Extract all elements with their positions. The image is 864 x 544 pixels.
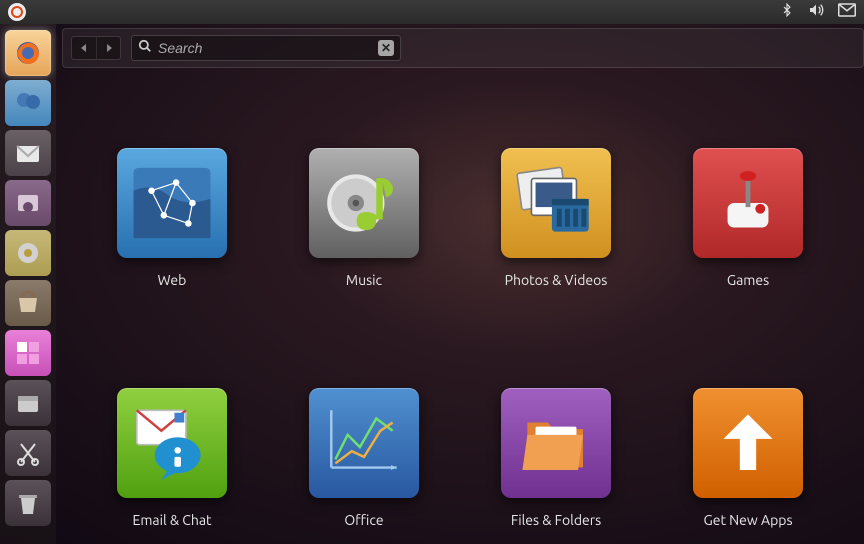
nav-forward-button[interactable] [96,37,120,59]
games-tile-icon [693,148,803,258]
dash: Web Music Photos & Videos Games Email & … [56,68,864,544]
dash-toolbar: ✕ [62,28,864,68]
launcher-item-balloons[interactable] [5,80,51,126]
search-box: ✕ [131,35,401,61]
dash-label: Music [346,272,382,288]
clear-search-button[interactable]: ✕ [378,40,394,56]
dash-label: Office [344,512,383,528]
ubuntu-logo-icon[interactable] [8,3,26,21]
files-tile-icon [501,388,611,498]
launcher-item-trash[interactable] [5,480,51,526]
dash-item-web[interactable]: Web [117,148,227,288]
office-tile-icon [309,388,419,498]
nav-arrows [71,36,121,60]
launcher-item-software-center[interactable] [5,280,51,326]
launcher-item-photos[interactable] [5,180,51,226]
dash-item-music[interactable]: Music [309,148,419,288]
dash-item-files[interactable]: Files & Folders [501,388,611,528]
nav-back-button[interactable] [72,37,96,59]
music-tile-icon [309,148,419,258]
launcher-item-firefox[interactable] [5,30,51,76]
dash-label: Games [727,272,769,288]
launcher-item-files[interactable] [5,380,51,426]
launcher-item-workspace[interactable] [5,330,51,376]
top-panel [0,0,864,24]
photos-tile-icon [501,148,611,258]
dash-item-email[interactable]: Email & Chat [117,388,227,528]
mail-indicator-icon[interactable] [838,3,856,21]
dash-item-apps[interactable]: Get New Apps [693,388,803,528]
search-icon [138,39,152,57]
dash-label: Web [158,272,187,288]
dash-label: Photos & Videos [505,272,608,288]
dash-item-office[interactable]: Office [309,388,419,528]
dash-item-photos[interactable]: Photos & Videos [501,148,611,288]
launcher-item-mail[interactable] [5,130,51,176]
launcher-item-scissors[interactable] [5,430,51,476]
dash-label: Files & Folders [511,512,601,528]
apps-tile-icon [693,388,803,498]
launcher [0,24,56,544]
dash-label: Email & Chat [132,512,211,528]
email-tile-icon [117,388,227,498]
dash-label: Get New Apps [703,512,792,528]
search-input[interactable] [158,40,372,56]
launcher-item-music-store[interactable] [5,230,51,276]
volume-icon[interactable] [808,2,824,22]
bluetooth-icon[interactable] [780,3,794,21]
dash-item-games[interactable]: Games [693,148,803,288]
web-tile-icon [117,148,227,258]
